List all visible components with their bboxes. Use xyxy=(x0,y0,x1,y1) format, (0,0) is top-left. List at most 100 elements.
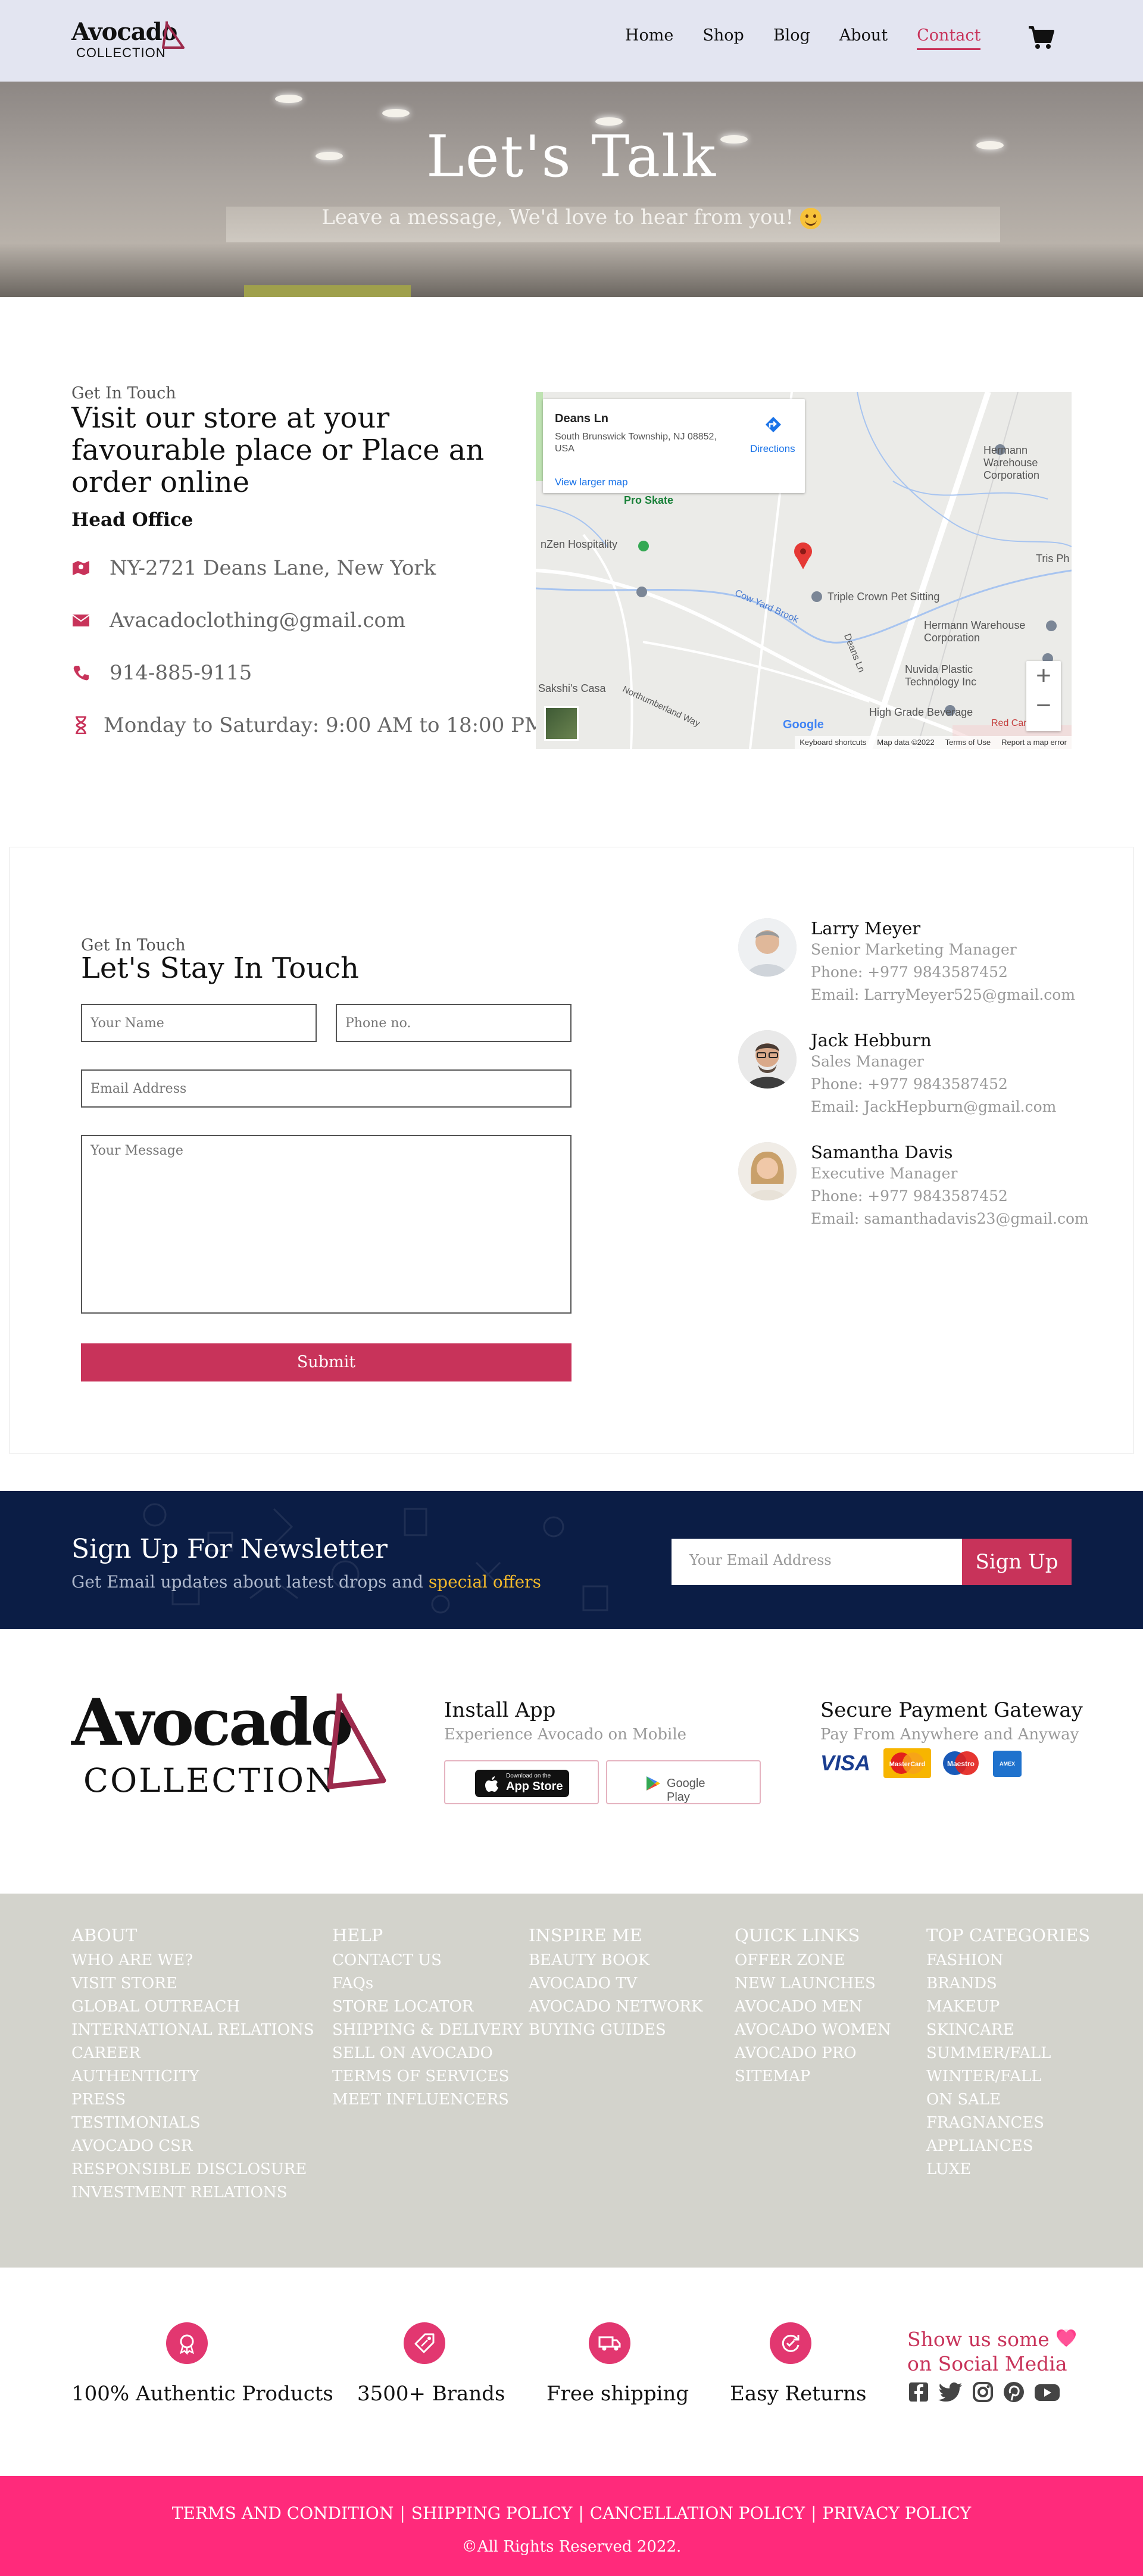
nav-about[interactable]: About xyxy=(839,26,888,50)
email-row: Avacadoclothing@gmail.com xyxy=(71,609,405,632)
phone-text[interactable]: 914-885-9115 xyxy=(110,661,252,685)
nav-contact[interactable]: Contact xyxy=(917,26,981,50)
phone-input[interactable] xyxy=(336,1004,572,1042)
facebook-icon[interactable] xyxy=(907,2381,930,2403)
footer-link[interactable]: AUTHENTICITY xyxy=(71,2065,314,2088)
cart-icon[interactable] xyxy=(1028,25,1055,52)
nav-home[interactable]: Home xyxy=(625,26,673,50)
footer-link[interactable]: VISIT STORE xyxy=(71,1972,314,1995)
footer-link[interactable]: FAQs xyxy=(332,1972,523,1995)
privacy-policy-link[interactable]: PRIVACY POLICY xyxy=(823,2503,972,2523)
footer-link[interactable]: SELL ON AVOCADO xyxy=(332,2042,523,2065)
footer-link[interactable]: STORE LOCATOR xyxy=(332,1995,523,2019)
footer-link[interactable]: CAREER xyxy=(71,2042,314,2065)
contact-phone: Phone: +977 9843587452 xyxy=(811,963,1008,981)
footer-link[interactable]: APPLIANCES xyxy=(926,2135,1090,2158)
submit-button[interactable]: Submit xyxy=(81,1343,572,1381)
footer-link[interactable]: AVOCADO MEN xyxy=(735,1995,891,2019)
google-logo: Google xyxy=(783,718,824,731)
contact-email[interactable]: Email: JackHepburn@gmail.com xyxy=(811,1098,1056,1115)
location-map[interactable]: Deans Ln South Brunswick Township, NJ 08… xyxy=(536,392,1072,749)
map-directions-link[interactable]: Directions xyxy=(750,443,795,455)
footer-link[interactable]: BEAUTY BOOK xyxy=(529,1949,702,1972)
footer-link[interactable]: RESPONSIBLE DISCLOSURE xyxy=(71,2158,314,2181)
footer-link[interactable]: FASHION xyxy=(926,1949,1090,1972)
footer-link[interactable]: BUYING GUIDES xyxy=(529,2019,702,2042)
footer-col-title: HELP xyxy=(332,1925,383,1945)
footer-link[interactable]: OFFER ZONE xyxy=(735,1949,891,1972)
google-play-button[interactable]: Google Play xyxy=(606,1760,761,1804)
mastercard-text: MasterCard xyxy=(889,1761,926,1768)
app-store-button[interactable]: Download on the App Store xyxy=(444,1760,599,1804)
contact-card: Samantha Davis Executive Manager Phone: … xyxy=(738,1142,1107,1231)
terms-link[interactable]: TERMS AND CONDITION xyxy=(172,2503,394,2523)
map-footer-link[interactable]: Report a map error xyxy=(1001,738,1067,747)
footer-link[interactable]: AVOCADO WOMEN xyxy=(735,2019,891,2042)
signup-button[interactable]: Sign Up xyxy=(962,1539,1072,1585)
contact-name: Larry Meyer xyxy=(811,918,921,938)
footer-link[interactable]: CONTACT US xyxy=(332,1949,523,1972)
youtube-icon[interactable] xyxy=(1033,2381,1061,2403)
footer-link[interactable]: PRESS xyxy=(71,2088,314,2112)
payment-title: Secure Payment Gateway xyxy=(820,1698,1083,1722)
footer-link[interactable]: SITEMAP xyxy=(735,2065,891,2088)
instagram-icon[interactable] xyxy=(972,2381,994,2403)
contact-email[interactable]: Email: samanthadavis23@gmail.com xyxy=(811,1210,1089,1227)
app-store-badge: Download on the App Store xyxy=(475,1770,569,1797)
footer-link[interactable]: TERMS OF SERVICES xyxy=(332,2065,523,2088)
footer-link[interactable]: AVOCADO NETWORK xyxy=(529,1995,702,2019)
map-satellite-toggle[interactable] xyxy=(544,706,579,741)
message-textarea[interactable] xyxy=(81,1135,572,1314)
pinterest-icon[interactable] xyxy=(1003,2381,1025,2403)
footer-link[interactable]: SHIPPING & DELIVERY xyxy=(332,2019,523,2042)
zoom-out-button[interactable]: − xyxy=(1026,691,1061,721)
google-play-text: Google Play xyxy=(667,1777,705,1804)
footer-link[interactable]: MAKEUP xyxy=(926,1995,1090,2019)
contact-email[interactable]: Email: LarryMeyer525@gmail.com xyxy=(811,986,1075,1003)
nav-shop[interactable]: Shop xyxy=(702,26,744,50)
hours-row: Monday to Saturday: 9:00 AM to 18:00 PM xyxy=(71,713,545,737)
footer-link[interactable]: AVOCADO TV xyxy=(529,1972,702,1995)
newsletter-email-input[interactable]: Your Email Address xyxy=(672,1539,962,1585)
email-input[interactable] xyxy=(81,1069,572,1108)
footer-link[interactable]: NEW LAUNCHES xyxy=(735,1972,891,1995)
hero-bg-light xyxy=(382,109,410,117)
email-text[interactable]: Avacadoclothing@gmail.com xyxy=(110,609,405,632)
cancellation-policy-link[interactable]: CANCELLATION POLICY xyxy=(590,2503,805,2523)
nav-blog[interactable]: Blog xyxy=(773,26,810,50)
contact-card: Larry Meyer Senior Marketing Manager Pho… xyxy=(738,918,1107,1008)
footer-link[interactable]: SUMMER/FALL xyxy=(926,2042,1090,2065)
mastercard-icon: MasterCard xyxy=(883,1748,931,1778)
footer-link[interactable]: BRANDS xyxy=(926,1972,1090,1995)
footer-logo[interactable]: Avocado COLLECTION xyxy=(71,1690,405,1803)
map-footer-link[interactable]: Keyboard shortcuts xyxy=(800,738,866,747)
zoom-in-button[interactable]: + xyxy=(1026,661,1061,691)
twitter-icon[interactable] xyxy=(938,2381,963,2403)
footer-link[interactable]: GLOBAL OUTREACH xyxy=(71,1995,314,2019)
footer-link[interactable]: WINTER/FALL xyxy=(926,2065,1090,2088)
map-label: nZen Hospitality xyxy=(541,538,618,550)
footer-link[interactable]: AVOCADO PRO xyxy=(735,2042,891,2065)
footer-link[interactable]: MEET INFLUENCERS xyxy=(332,2088,523,2112)
footer-link[interactable]: INVESTMENT RELATIONS xyxy=(71,2181,314,2204)
footer-link[interactable]: WHO ARE WE? xyxy=(71,1949,314,1972)
name-input[interactable] xyxy=(81,1004,317,1042)
hourglass-icon xyxy=(71,716,90,735)
directions-icon[interactable] xyxy=(764,416,782,437)
footer-link[interactable]: SKINCARE xyxy=(926,2019,1090,2042)
map-footer-link[interactable]: Terms of Use xyxy=(945,738,991,747)
footer-link[interactable]: ON SALE xyxy=(926,2088,1090,2112)
footer-link[interactable]: TESTIMONIALS xyxy=(71,2112,314,2135)
map-larger-link[interactable]: View larger map xyxy=(555,476,628,488)
footer-link[interactable]: LUXE xyxy=(926,2158,1090,2181)
install-app-title: Install App xyxy=(444,1698,556,1722)
footer-link[interactable]: INTERNATIONAL RELATIONS xyxy=(71,2019,314,2042)
brand-logo[interactable]: Avocado COLLECTION xyxy=(71,18,196,63)
map-footer-link: Map data ©2022 xyxy=(877,738,935,747)
footer-link[interactable]: FRAGNANCES xyxy=(926,2112,1090,2135)
shipping-policy-link[interactable]: SHIPPING POLICY xyxy=(411,2503,573,2523)
maestro-icon: Maestro xyxy=(937,1748,985,1778)
footer-link[interactable]: AVOCADO CSR xyxy=(71,2135,314,2158)
visa-icon: VISA xyxy=(820,1748,870,1778)
footer-col-title: ABOUT xyxy=(71,1925,138,1945)
